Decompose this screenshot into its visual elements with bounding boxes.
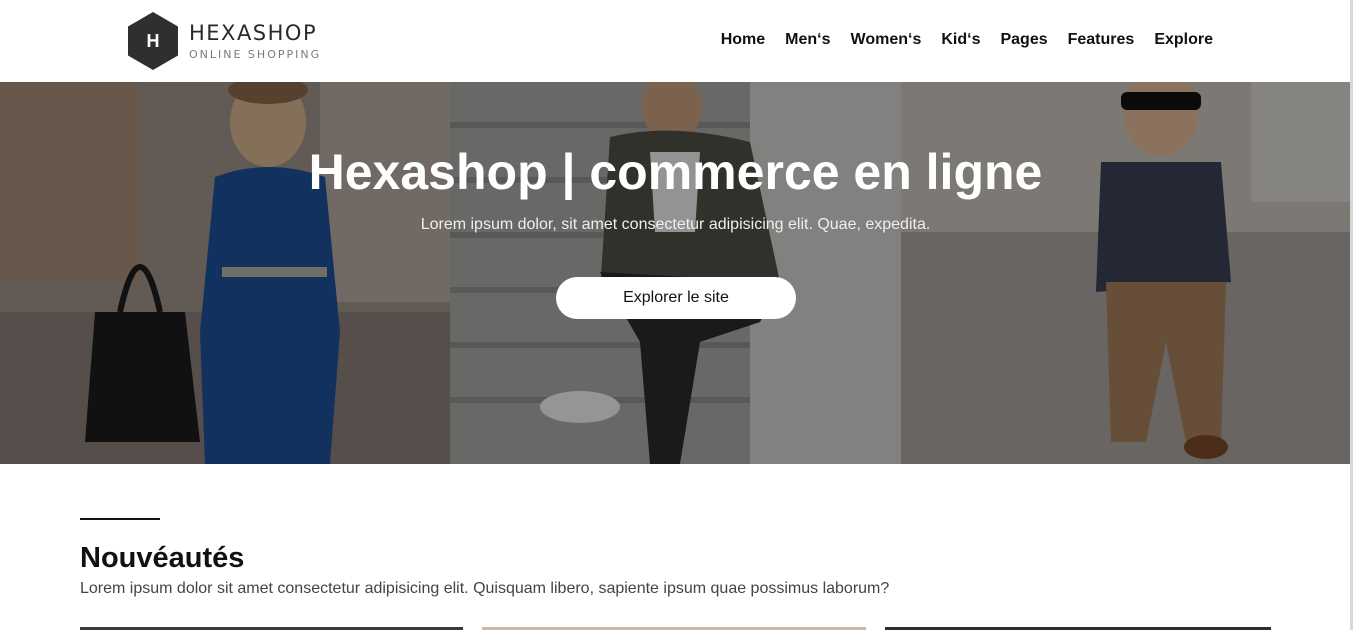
nav-item-explore[interactable]: Explore xyxy=(1144,29,1223,51)
nav-item-kids[interactable]: Kid‘s xyxy=(931,29,990,51)
hero-title: Hexashop | commerce en ligne xyxy=(308,144,1043,200)
hero-subtitle: Lorem ipsum dolor, sit amet consectetur … xyxy=(420,216,931,233)
nav-item-home[interactable]: Home xyxy=(711,29,775,51)
nav-item-pages[interactable]: Pages xyxy=(990,29,1057,51)
site-header: H HEXASHOP ONLINE SHOPPING Home Men‘s Wo… xyxy=(0,0,1353,82)
logo-letter: H xyxy=(146,30,160,51)
section-divider xyxy=(80,518,160,520)
main-nav: Home Men‘s Women‘s Kid‘s Pages Features … xyxy=(711,29,1223,51)
nav-item-features[interactable]: Features xyxy=(1058,29,1145,51)
explore-site-button[interactable]: Explorer le site xyxy=(556,277,796,319)
hero-banner: Hexashop | commerce en ligne Lorem ipsum… xyxy=(0,82,1351,464)
brand-tagline: ONLINE SHOPPING xyxy=(189,47,322,61)
nav-item-mens[interactable]: Men‘s xyxy=(775,29,840,51)
section-title: Nouvéautés xyxy=(80,542,245,574)
logo-text: HEXASHOP ONLINE SHOPPING xyxy=(189,21,321,62)
hexagon-logo-icon: H xyxy=(127,11,179,71)
section-description: Lorem ipsum dolor sit amet consectetur a… xyxy=(80,580,890,597)
brand-name: HEXASHOP xyxy=(189,20,318,45)
site-logo[interactable]: H HEXASHOP ONLINE SHOPPING xyxy=(127,11,321,71)
nav-item-womens[interactable]: Women‘s xyxy=(841,29,932,51)
hero-content: Hexashop | commerce en ligne Lorem ipsum… xyxy=(0,82,1351,464)
